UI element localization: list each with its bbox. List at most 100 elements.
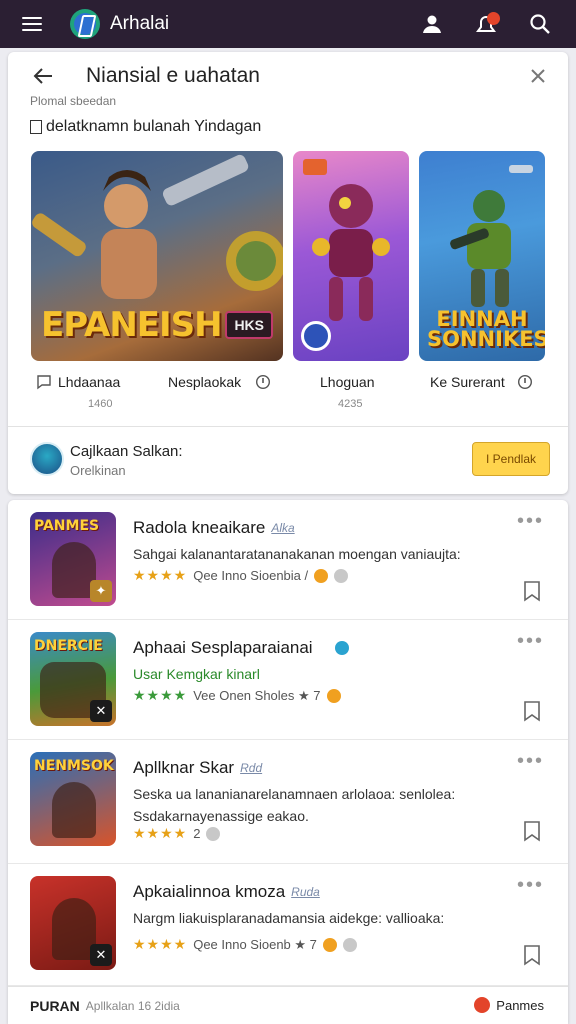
thumbnail-text: NENMSOK (34, 758, 114, 774)
banner-2-corner-badge (303, 159, 327, 175)
banner-2-badge-icon (301, 321, 331, 351)
tools-icon: ✕ (90, 700, 112, 722)
list-item[interactable]: NENMSOK Apllknar Skar Rdd Seska ua lanan… (8, 740, 568, 864)
more-options-icon[interactable]: ••• (517, 751, 544, 771)
avatar (30, 442, 64, 476)
banner-1-art-text: EPANEISH (41, 305, 223, 345)
brand-dot-icon (474, 997, 491, 1013)
caption-4-title: Ke Surerant (430, 374, 505, 390)
more-options-icon[interactable]: ••• (517, 511, 544, 531)
thumbnail-character (52, 782, 96, 838)
thumbnail-text: DNERCIE (34, 638, 103, 654)
bottom-bar-text: Apllkalan 16 2idia (85, 998, 180, 1013)
coin-icon (314, 568, 329, 583)
bottom-bar: PURAN Apllkalan 16 2idia Panmes (8, 986, 568, 1024)
close-icon[interactable] (524, 62, 552, 90)
divider (8, 426, 568, 427)
back-arrow-icon[interactable] (8, 52, 78, 100)
bottom-bar-action[interactable]: Panmes (474, 997, 544, 1013)
info-icon (517, 374, 532, 390)
featured-banner-1[interactable]: EPANEISH HKS (31, 151, 283, 361)
rating-stars: ★★★★ (133, 567, 188, 583)
rating-stars: ★★★★ (133, 687, 188, 703)
panel-title: Niansial e uahatan (86, 64, 260, 87)
brand-name: Arhalai (110, 13, 170, 34)
app-thumbnail: PANMES ✦ (30, 512, 116, 606)
app-meta: ★★★★ Qee Inno Sioenbia / (133, 567, 349, 584)
app-chip: Rdd (240, 761, 263, 775)
checkbox-icon[interactable] (30, 120, 42, 134)
app-list: PANMES ✦ Radola kneaikare Alka Sahgai ka… (8, 500, 568, 1024)
comment-icon (37, 375, 51, 390)
bottom-bar-label: PURAN (30, 997, 80, 1014)
top-app-bar: Arhalai (0, 0, 576, 48)
app-description: Nargm liakuisplaranadamansia aidekge: va… (133, 910, 445, 926)
hamburger-menu-icon[interactable] (8, 0, 56, 48)
app-title-row: Radola kneaikare Alka (133, 518, 295, 538)
account-icon[interactable] (416, 8, 448, 40)
gem-icon (342, 937, 357, 952)
app-description: Seska ua lananianarelanamnaen arlolaoa: … (133, 786, 456, 824)
promo-panel: Niansial e uahatan Plomal sbeedan delatk… (8, 52, 568, 494)
bookmark-icon[interactable] (522, 820, 542, 842)
coin-icon (326, 688, 341, 703)
list-item[interactable]: DNERCIE ✕ Aphaai Sesplaparaianai Usar Ke… (8, 620, 568, 740)
coin-icon (322, 937, 337, 952)
featured-banner-2[interactable] (293, 151, 409, 361)
banner-3-art-text: EINNAH SONNIKES (427, 307, 545, 351)
app-chip: Ruda (291, 885, 320, 899)
panel-subtitle: Plomal sbeedan (30, 94, 117, 108)
more-options-icon[interactable]: ••• (517, 631, 544, 651)
app-thumbnail: NENMSOK (30, 752, 116, 846)
bookmark-icon[interactable] (522, 580, 542, 602)
rating-stars: ★★★★ (133, 825, 188, 841)
app-title-row: Aphaai Sesplaparaianai (133, 638, 349, 658)
meta-text: Vee Onen Sholes ★ 7 (193, 687, 321, 703)
caption-1[interactable]: Lhdaanaa (36, 374, 120, 390)
caption-4[interactable]: Ke Surerant (430, 374, 533, 390)
app-description: Usar Kemgkar kinarl (133, 666, 260, 682)
thumbnail-text: PANMES (34, 518, 100, 534)
checkbox-label: delatknamn bulanah Yindagan (46, 118, 262, 135)
notifications-icon[interactable] (470, 8, 502, 40)
app-logo (70, 9, 100, 39)
list-item[interactable]: ✕ Apkaialinnoa kmoza Ruda Nargm liakuisp… (8, 864, 568, 986)
footer-title: Cajlkaan Salkan: (70, 443, 183, 460)
meta-text: Qee Inno Sioenbia / (193, 568, 309, 583)
gem-icon (334, 568, 349, 583)
app-thumbnail: DNERCIE ✕ (30, 632, 116, 726)
caption-1-title: Lhdaanaa (58, 374, 121, 390)
footer-subtitle: Orelkinan (70, 463, 126, 478)
caption-2[interactable]: Nesplaokak (168, 374, 271, 390)
caption-3-title: Lhoguan (320, 374, 375, 390)
app-title: Apllknar Skar (133, 758, 235, 777)
bookmark-icon[interactable] (522, 700, 542, 722)
info-icon (256, 374, 271, 390)
notification-badge (487, 12, 500, 25)
bookmark-icon[interactable] (522, 944, 542, 966)
app-title-row: Apllknar Skar Rdd (133, 758, 262, 778)
app-thumbnail: ✕ (30, 876, 116, 970)
list-item[interactable]: PANMES ✦ Radola kneaikare Alka Sahgai ka… (8, 500, 568, 620)
thumbnail-badge-icon: ✕ (90, 944, 112, 966)
more-options-icon[interactable]: ••• (517, 875, 544, 895)
app-meta: ★★★★ 2 (133, 825, 221, 842)
footer-action-button[interactable]: I Pendlak (472, 442, 550, 476)
panel-checkbox[interactable]: delatknamn bulanah Yindagan (30, 118, 261, 136)
app-title: Apkaialinnoa kmoza (133, 882, 286, 901)
search-icon[interactable] (524, 8, 556, 40)
banner-1-tag: HKS (225, 311, 273, 339)
gem-icon (206, 826, 221, 841)
featured-banner-3[interactable]: EINNAH SONNIKES (419, 151, 545, 361)
caption-3-sub: 4235 (338, 398, 363, 410)
app-title: Radola kneaikare (133, 518, 266, 537)
caption-2-title: Nesplaokak (168, 374, 242, 390)
caption-3[interactable]: Lhoguan (320, 374, 375, 390)
app-meta: ★★★★ Qee Inno Sioenb ★ 7 (133, 936, 357, 953)
meta-text: Qee Inno Sioenb ★ 7 (193, 936, 317, 952)
caption-1-sub: 1460 (88, 398, 113, 410)
verified-icon (334, 641, 349, 655)
meta-text: 2 (193, 826, 201, 841)
app-meta: ★★★★ Vee Onen Sholes ★ 7 (133, 687, 341, 704)
bottom-bar-action-label: Panmes (496, 997, 544, 1013)
